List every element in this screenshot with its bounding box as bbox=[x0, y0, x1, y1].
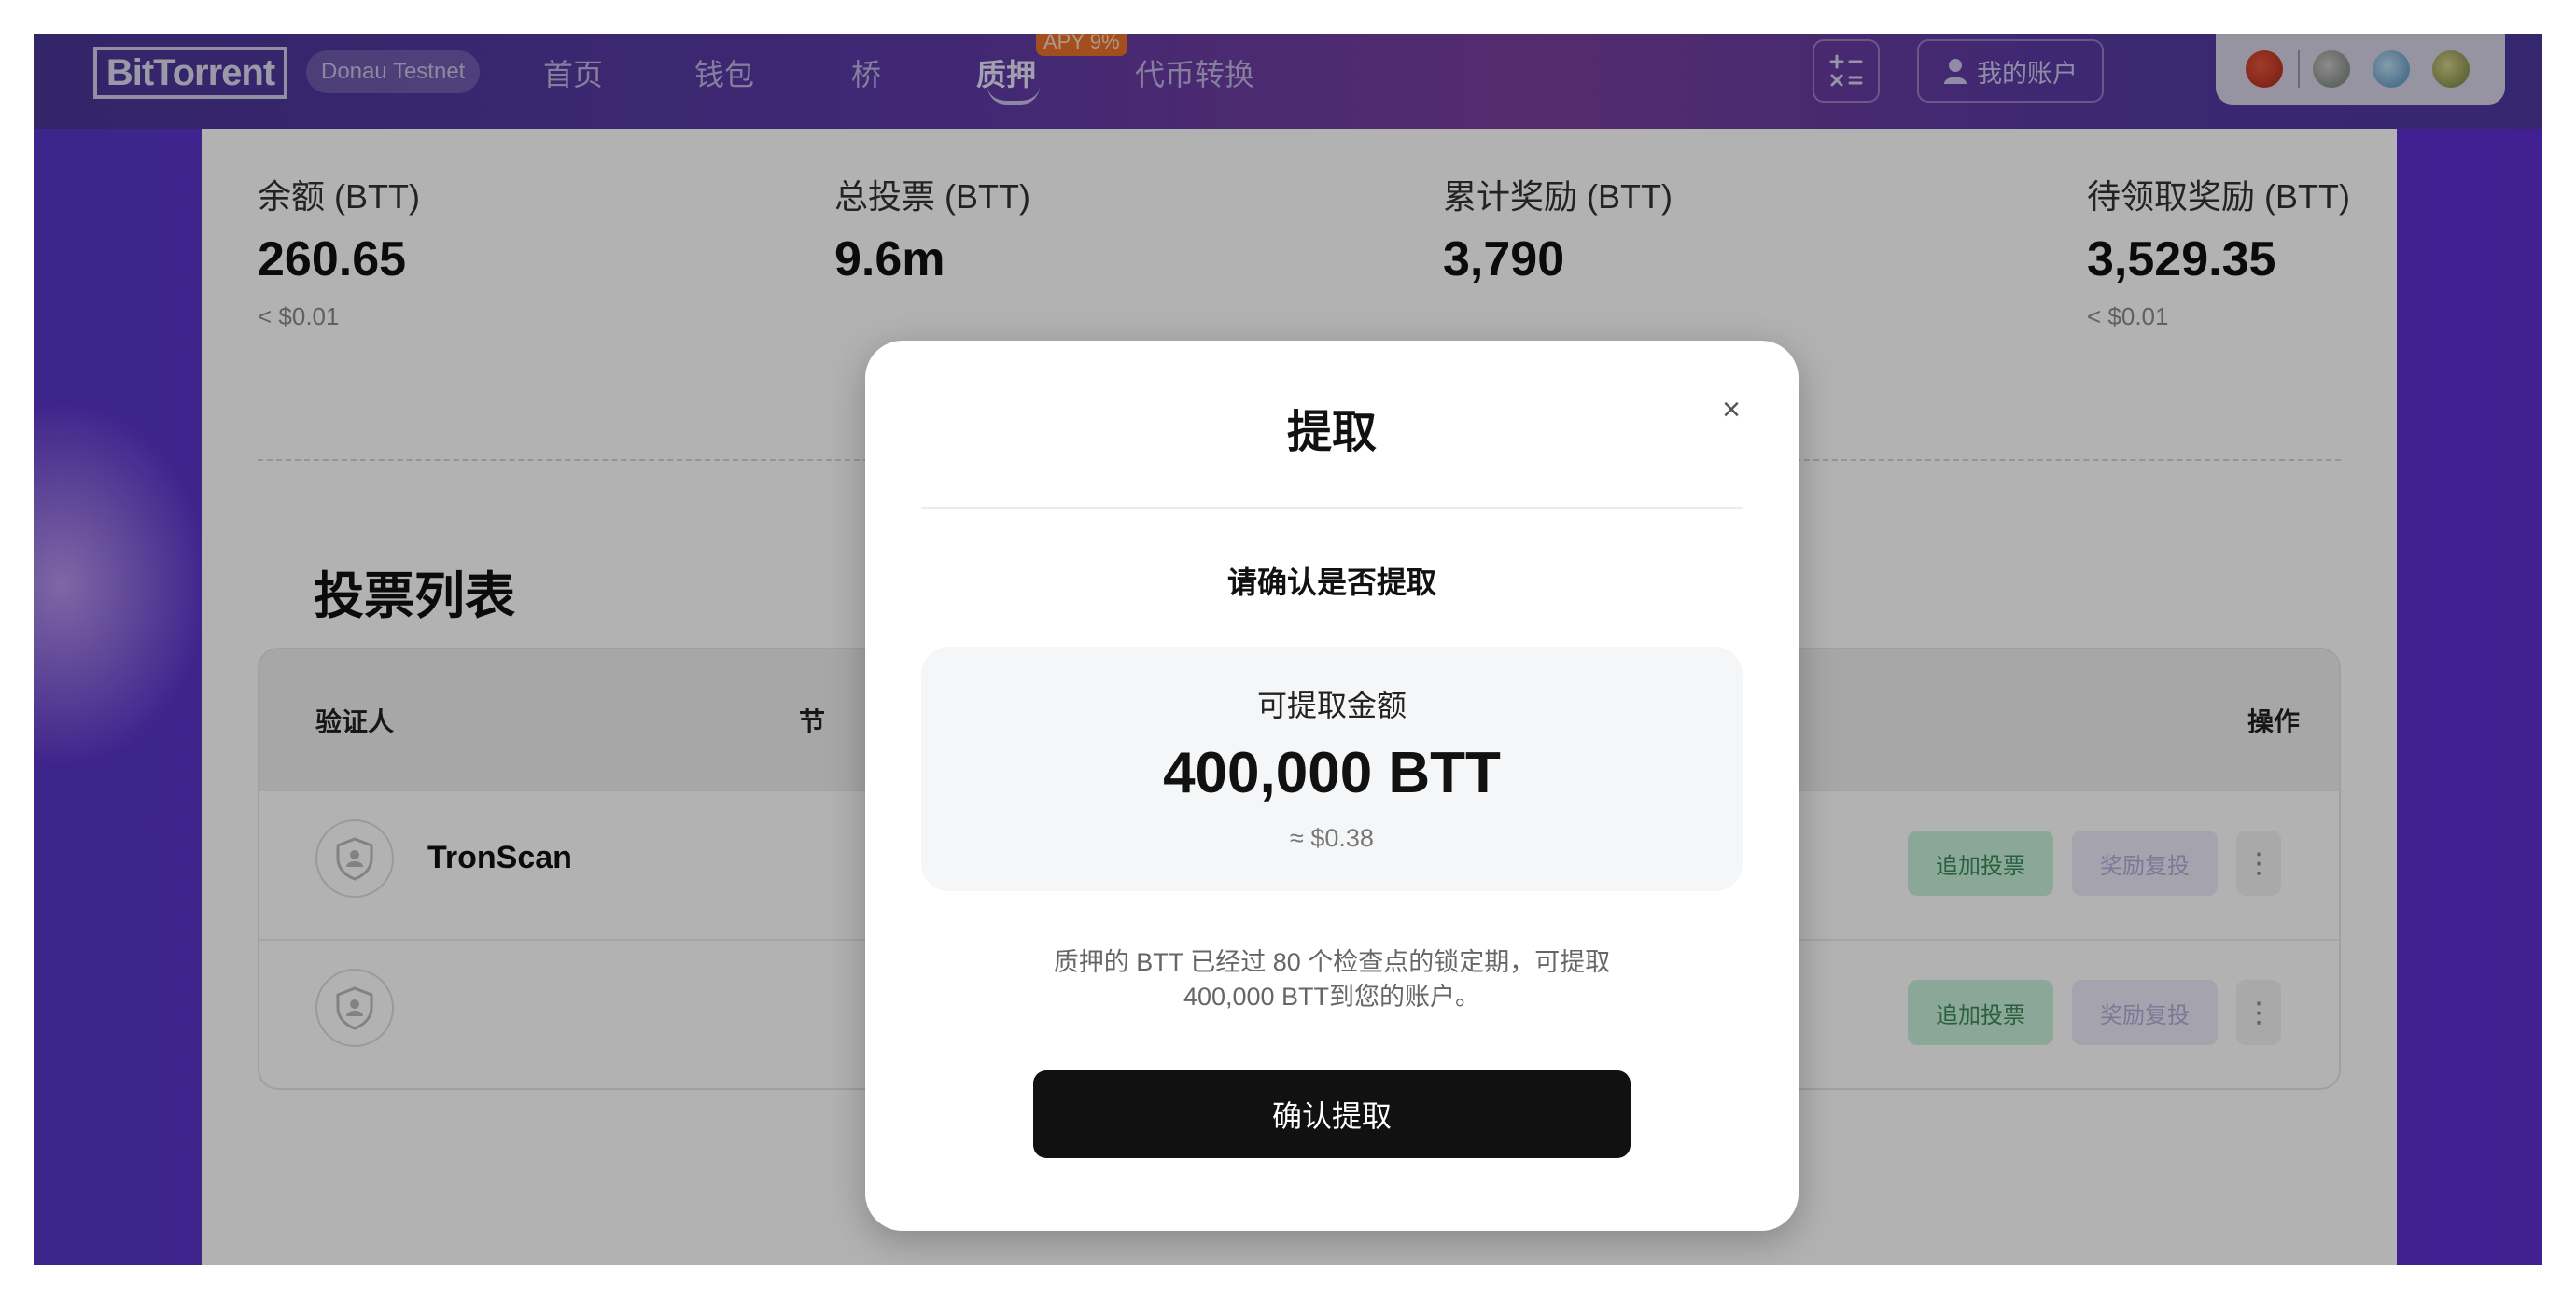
app-window: BitTorrent Donau Testnet 首页 钱包 桥 质押 APY … bbox=[34, 34, 2542, 1265]
withdrawable-amount-box: 可提取金额 400,000 BTT ≈ $0.38 bbox=[921, 647, 1743, 891]
amount-label: 可提取金额 bbox=[1256, 689, 1407, 722]
close-icon[interactable]: × bbox=[1713, 391, 1750, 428]
amount-value: 400,000 BTT bbox=[1163, 741, 1501, 805]
confirm-withdraw-button[interactable]: 确认提取 bbox=[1033, 1070, 1631, 1158]
modal-title: 提取 bbox=[1286, 408, 1377, 457]
withdraw-note: 质押的 BTT 已经过 80 个检查点的锁定期，可提取 400,000 BTT到… bbox=[1053, 948, 1611, 1011]
amount-usd: ≈ $0.38 bbox=[1290, 824, 1374, 852]
divider bbox=[921, 507, 1743, 509]
modal-subtitle: 请确认是否提取 bbox=[1226, 566, 1436, 599]
withdraw-modal: 提取 × 请确认是否提取 可提取金额 400,000 BTT ≈ $0.38 质… bbox=[865, 341, 1799, 1231]
